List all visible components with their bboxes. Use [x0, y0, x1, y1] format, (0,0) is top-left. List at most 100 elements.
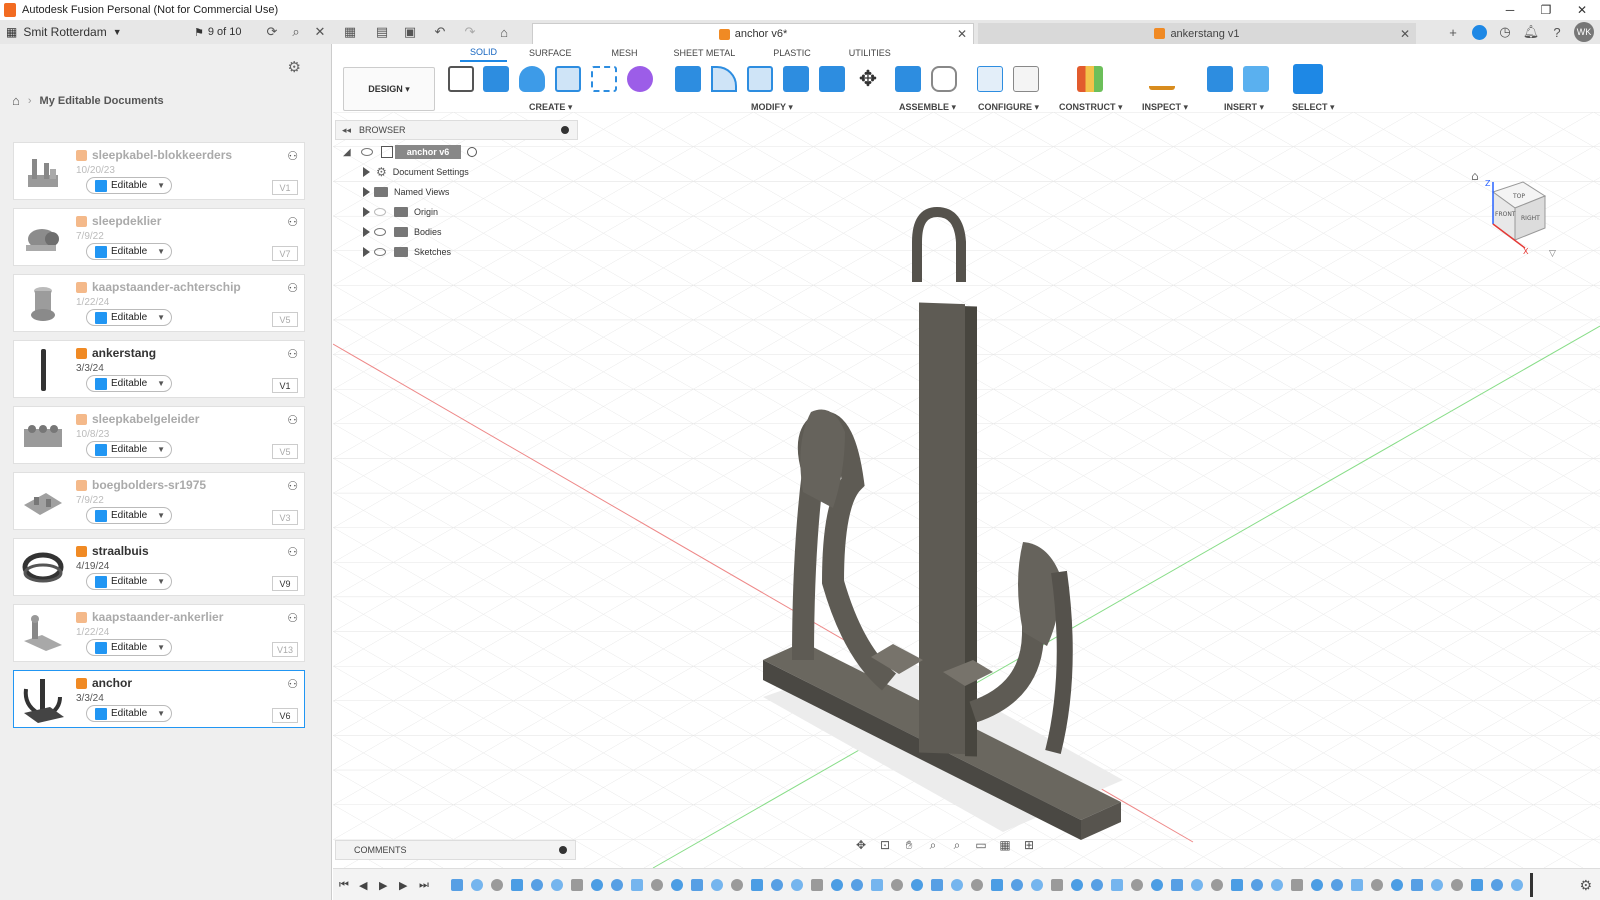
- timeline-feature-icon[interactable]: [1271, 879, 1283, 891]
- timeline-feature-icon[interactable]: [1471, 879, 1483, 891]
- display-settings-icon[interactable]: ▭: [971, 837, 991, 853]
- close-tab-icon[interactable]: ✕: [957, 27, 967, 41]
- file-menu-icon[interactable]: ▤: [370, 20, 394, 44]
- form-icon[interactable]: [627, 66, 653, 92]
- editable-dropdown[interactable]: Editable ▼: [86, 639, 172, 656]
- timeline-feature-icon[interactable]: [751, 879, 763, 891]
- timeline-feature-icon[interactable]: [931, 879, 943, 891]
- editable-dropdown[interactable]: Editable ▼: [86, 309, 172, 326]
- timeline-feature-icon[interactable]: [811, 879, 823, 891]
- timeline-feature-icon[interactable]: [1431, 879, 1443, 891]
- eye-icon[interactable]: [360, 148, 373, 156]
- refresh-icon[interactable]: ⟳: [260, 20, 284, 44]
- viewcube-menu-icon[interactable]: ▽: [1549, 249, 1556, 259]
- look-at-icon[interactable]: ⊡: [875, 837, 895, 853]
- editable-dropdown[interactable]: Editable ▼: [86, 507, 172, 524]
- app-grid-icon[interactable]: ▦: [338, 20, 362, 44]
- help-icon[interactable]: ?: [1544, 20, 1570, 44]
- list-item[interactable]: sleepdeklier 7/9/22 Editable ▼ ⚇ V7: [13, 208, 305, 266]
- close-tab-icon[interactable]: ✕: [1400, 27, 1410, 41]
- go-to-start-icon[interactable]: ⏮︎: [339, 879, 349, 892]
- timeline-feature-icon[interactable]: [1311, 879, 1323, 891]
- timeline-feature-icon[interactable]: [731, 879, 743, 891]
- version-badge[interactable]: V5: [272, 312, 298, 327]
- editable-dropdown[interactable]: Editable ▼: [86, 375, 172, 392]
- timeline-feature-icon[interactable]: [1451, 879, 1463, 891]
- timeline-feature-icon[interactable]: [1491, 879, 1503, 891]
- timeline-feature-icon[interactable]: [1211, 879, 1223, 891]
- minimize-button[interactable]: ─: [1492, 0, 1528, 20]
- tree-node[interactable]: Named Views: [343, 182, 583, 202]
- list-item[interactable]: sleepkabelgeleider 10/8/23 Editable ▼ ⚇ V…: [13, 406, 305, 464]
- home-view-icon[interactable]: ⌂: [1471, 169, 1479, 183]
- hole-icon[interactable]: [555, 66, 581, 92]
- tree-node[interactable]: Origin: [343, 202, 583, 222]
- tab-plastic[interactable]: PLASTIC: [773, 44, 811, 62]
- tree-node[interactable]: ⚙ Document Settings: [343, 162, 583, 182]
- tree-root[interactable]: ◢ anchor v6: [343, 142, 583, 162]
- timeline-marker[interactable]: [1530, 873, 1533, 897]
- joint-icon[interactable]: [931, 66, 957, 92]
- eye-icon[interactable]: [374, 228, 386, 236]
- close-data-panel-icon[interactable]: ✕: [308, 20, 332, 44]
- timeline-feature-icon[interactable]: [611, 879, 623, 891]
- breadcrumb-folder[interactable]: My Editable Documents: [40, 95, 164, 107]
- timeline-feature-icon[interactable]: [851, 879, 863, 891]
- fit-icon[interactable]: ⌕: [947, 837, 967, 853]
- home-icon[interactable]: ⌂: [12, 93, 20, 108]
- timeline-feature-icon[interactable]: [711, 879, 723, 891]
- people-icon[interactable]: ⚇: [287, 413, 298, 427]
- insert-derive-icon[interactable]: [1207, 66, 1233, 92]
- people-icon[interactable]: ⚇: [287, 677, 298, 691]
- select-icon[interactable]: [1293, 64, 1323, 94]
- timeline-feature-icon[interactable]: [491, 879, 503, 891]
- timeline-feature-icon[interactable]: [631, 879, 643, 891]
- fillet-icon[interactable]: [711, 66, 737, 92]
- workspace-switcher-button[interactable]: DESIGN ▾: [343, 67, 435, 111]
- eye-icon[interactable]: [374, 208, 386, 216]
- notifications-icon[interactable]: 🔔︎: [1518, 20, 1544, 44]
- revolve-icon[interactable]: [519, 66, 545, 92]
- editable-dropdown[interactable]: Editable ▼: [86, 705, 172, 722]
- job-status-icon[interactable]: ◷: [1492, 20, 1518, 44]
- configure-icon[interactable]: [977, 66, 1003, 92]
- timeline-feature-icon[interactable]: [591, 879, 603, 891]
- close-window-button[interactable]: ✕: [1564, 0, 1600, 20]
- avatar[interactable]: WK: [1574, 22, 1594, 42]
- modify-group-label[interactable]: MODIFY ▾: [751, 102, 793, 113]
- people-icon[interactable]: ⚇: [287, 545, 298, 559]
- timeline-feature-icon[interactable]: [1171, 879, 1183, 891]
- expand-triangle-icon[interactable]: [363, 167, 370, 177]
- tab-solid[interactable]: SOLID: [460, 44, 508, 62]
- timeline-feature-icon[interactable]: [651, 879, 663, 891]
- people-icon[interactable]: ⚇: [287, 347, 298, 361]
- tree-node[interactable]: Bodies: [343, 222, 583, 242]
- extensions-icon[interactable]: [1466, 20, 1492, 44]
- comments-panel-header[interactable]: COMMENTS: [335, 840, 576, 860]
- list-item[interactable]: anchor 3/3/24 Editable ▼ ⚇ V6: [13, 670, 305, 728]
- timeline-feature-icon[interactable]: [451, 879, 463, 891]
- viewports-icon[interactable]: ⊞: [1019, 837, 1039, 853]
- step-back-icon[interactable]: ◀: [359, 879, 367, 892]
- home-icon[interactable]: ⌂: [492, 20, 516, 44]
- construct-group-label[interactable]: CONSTRUCT ▾: [1059, 102, 1123, 113]
- timeline-feature-icon[interactable]: [1131, 879, 1143, 891]
- list-item[interactable]: boegbolders-sr1975 7/9/22 Editable ▼ ⚇ V3: [13, 472, 305, 530]
- timeline-feature-icon[interactable]: [571, 879, 583, 891]
- undo-icon[interactable]: ↶: [428, 20, 452, 44]
- tab-anchor[interactable]: anchor v6* ✕: [532, 23, 974, 44]
- timeline-feature-icon[interactable]: [831, 879, 843, 891]
- gear-icon[interactable]: ⚙: [288, 58, 301, 76]
- version-badge[interactable]: V1: [272, 180, 298, 195]
- zoom-icon[interactable]: ⌕: [923, 837, 943, 853]
- tab-sheet-metal[interactable]: SHEET METAL: [674, 44, 736, 62]
- expand-triangle-icon[interactable]: [363, 207, 370, 217]
- timeline-feature-icon[interactable]: [1291, 879, 1303, 891]
- expand-triangle-icon[interactable]: [363, 187, 370, 197]
- activate-radio-icon[interactable]: [467, 147, 478, 157]
- insert-canvas-icon[interactable]: [1243, 66, 1269, 92]
- editable-dropdown[interactable]: Editable ▼: [86, 243, 172, 260]
- new-component-icon[interactable]: [895, 66, 921, 92]
- play-icon[interactable]: ▶: [379, 879, 387, 892]
- save-icon[interactable]: ▣: [398, 20, 422, 44]
